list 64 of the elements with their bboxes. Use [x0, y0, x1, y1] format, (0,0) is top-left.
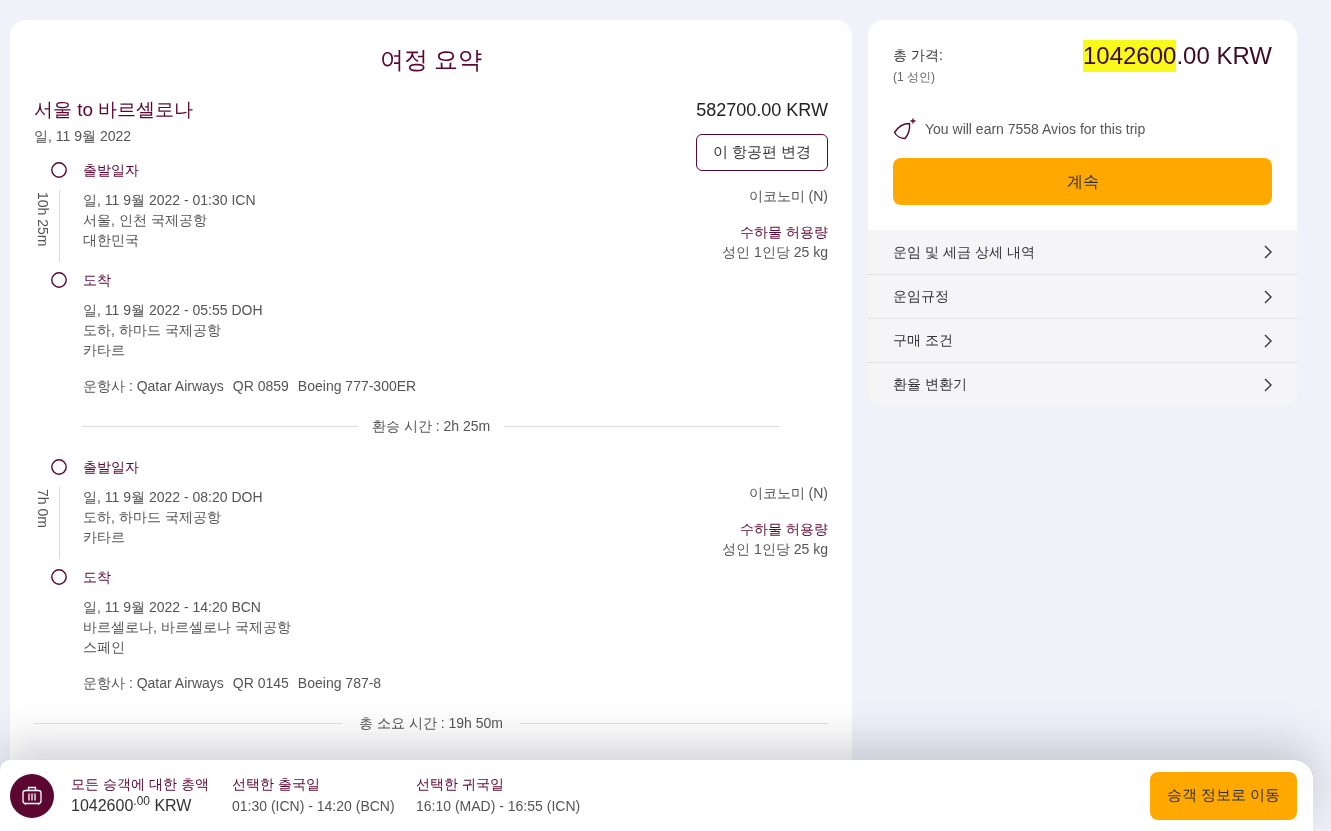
info-link-row[interactable]: 환율 변환기: [868, 362, 1297, 406]
stop-detail: 카타르: [83, 341, 126, 360]
baggage-label: 수하물 허용량: [740, 520, 828, 539]
info-link-row[interactable]: 운임규정: [868, 274, 1297, 318]
baggage-label: 수하물 허용량: [740, 223, 828, 242]
total-duration: 총 소요 시간 : 19h 50m: [359, 714, 503, 733]
info-link-row[interactable]: 운임 및 세금 상세 내역: [868, 230, 1297, 274]
stop-label: 출발일자: [83, 458, 139, 477]
stop-detail: 일, 11 9월 2022 - 08:20 DOH: [83, 488, 263, 507]
chevron-right-icon: [1264, 245, 1272, 259]
stop-detail: 바르셀로나, 바르셀로나 국제공항: [83, 618, 291, 637]
route-title: 서울 to 바르셀로나: [34, 98, 194, 122]
chevron-right-icon: [1264, 377, 1272, 392]
stop-detail: 카타르: [83, 528, 126, 547]
chevron-right-icon: [1264, 333, 1272, 348]
stop-label: 도착: [83, 271, 111, 290]
summary-title: 여정 요약: [378, 45, 484, 75]
stop-ring-icon: [51, 162, 67, 178]
cabin-class: 이코노미 (N): [748, 187, 828, 206]
stop-detail: 일, 11 9월 2022 - 14:20 BCN: [83, 598, 262, 617]
stop-detail: 도하, 하마드 국제공항: [83, 508, 222, 527]
layover-time: 환승 시간 : 2h 25m: [371, 417, 491, 436]
flight-number: QR 0859: [232, 377, 289, 396]
stop-ring-icon: [51, 459, 67, 475]
journey-price: 582700.00 KRW: [696, 99, 828, 122]
passenger-info-button[interactable]: 승객 정보로 이동: [1149, 771, 1297, 820]
operator-text: 운항사 : Qatar Airways: [83, 377, 224, 396]
baggage-allowance: 성인 1인당 25 kg: [722, 540, 828, 559]
outbound-label: 선택한 출국일: [232, 774, 321, 794]
return-times: 16:10 (MAD) - 16:55 (ICN): [416, 796, 581, 816]
return-label: 선택한 귀국일: [416, 774, 505, 794]
stop-detail: 일, 11 9월 2022 - 05:55 DOH: [83, 301, 263, 320]
stop-detail: 스페인: [83, 638, 126, 657]
operator-text: 운항사 : Qatar Airways: [83, 674, 224, 693]
stop-ring-icon: [51, 569, 67, 585]
cabin-class: 이코노미 (N): [748, 484, 828, 503]
baggage-allowance: 성인 1인당 25 kg: [722, 243, 828, 262]
flight-number: QR 0145: [232, 674, 289, 693]
price-amount: 1042600: [1082, 40, 1177, 72]
total-price-label: 총 가격:: [893, 46, 943, 65]
journey-date: 일, 11 9월 2022: [34, 127, 133, 146]
price-decimals: .00 KRW: [1176, 41, 1272, 71]
total-label: 모든 승객에 대한 총액: [71, 774, 210, 794]
suitcase-icon: [10, 773, 54, 818]
info-link-row[interactable]: 구매 조건: [868, 318, 1297, 362]
aircraft-type: Boeing 787-8: [297, 674, 382, 693]
chevron-right-icon: [1264, 289, 1272, 304]
outbound-times: 01:30 (ICN) - 14:20 (BCN): [232, 796, 396, 816]
aircraft-type: Boeing 777-300ER: [297, 377, 417, 396]
avios-icon: [893, 118, 916, 140]
stop-detail: 서울, 인천 국제공항: [83, 211, 208, 230]
stop-detail: 일, 11 9월 2022 - 01:30 ICN: [83, 191, 256, 210]
stop-detail: 도하, 하마드 국제공항: [83, 321, 222, 340]
change-flight-button[interactable]: 이 항공편 변경: [695, 134, 828, 171]
total-amount: 1042600$^{.00}$ KRW: [71, 793, 193, 816]
passenger-count: (1 성인): [893, 69, 936, 85]
stop-detail: 대한민국: [83, 231, 140, 250]
flight-duration: 7h 0m: [34, 488, 51, 530]
stop-ring-icon: [51, 272, 67, 288]
stop-label: 도착: [83, 568, 111, 587]
continue-button[interactable]: 계속: [893, 158, 1272, 205]
stop-label: 출발일자: [83, 161, 139, 180]
flight-duration: 10h 25m: [34, 191, 51, 249]
avios-earn-text: You will earn 7558 Avios for this trip: [925, 120, 1146, 139]
